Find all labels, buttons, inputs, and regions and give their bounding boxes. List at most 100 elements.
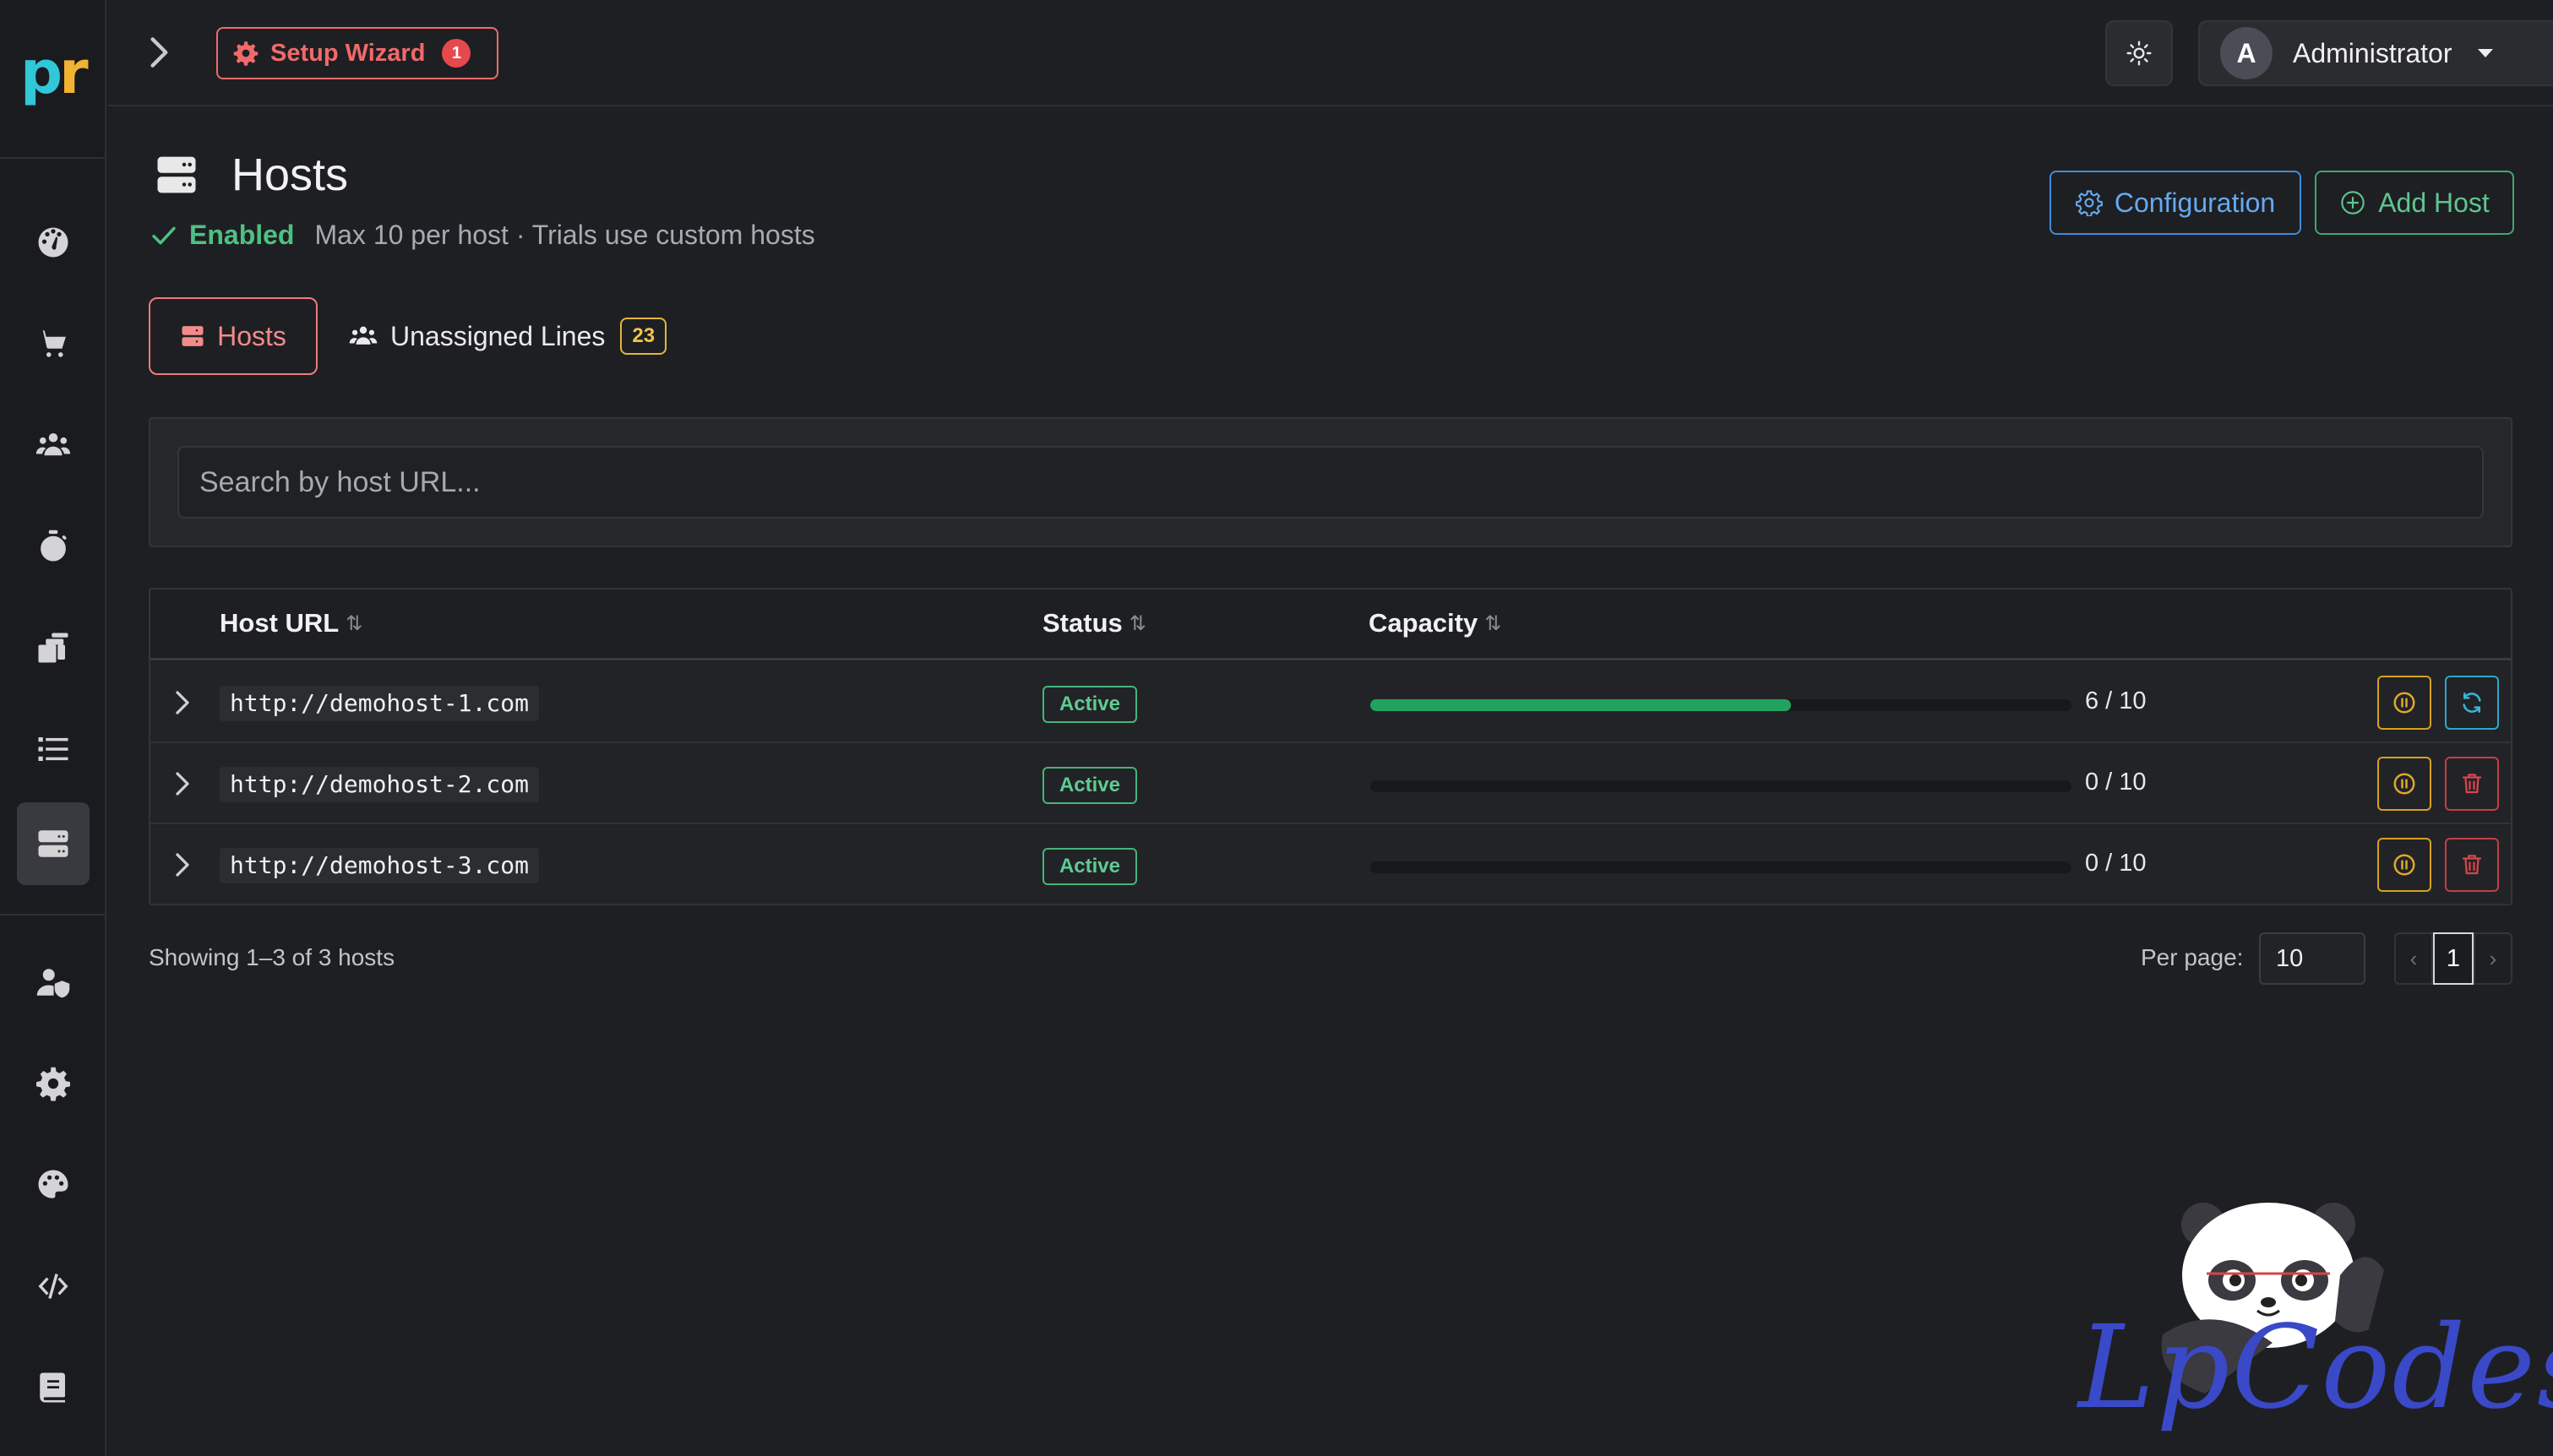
lpcodes-watermark: LpCodes bbox=[2061, 1182, 2553, 1453]
trash-icon bbox=[2462, 774, 2482, 794]
pause-circle-icon bbox=[2393, 773, 2415, 795]
status-badge: Active bbox=[1042, 848, 1137, 885]
sidebar-item-admin-users[interactable] bbox=[17, 941, 90, 1024]
configuration-label: Configuration bbox=[2114, 187, 2276, 218]
app-logo[interactable]: pr bbox=[20, 39, 89, 106]
topbar: Setup Wizard 1 A Administrator bbox=[108, 0, 2553, 106]
capacity-bar bbox=[1370, 699, 2071, 711]
delete-button[interactable] bbox=[2445, 838, 2499, 892]
users-icon bbox=[349, 326, 378, 345]
status-badge: Active bbox=[1042, 686, 1137, 723]
user-shield-icon bbox=[36, 969, 70, 998]
sidebar-toggle-chevron-icon[interactable] bbox=[140, 34, 177, 71]
trash-icon bbox=[2462, 855, 2482, 875]
sidebar-item-dashboard[interactable] bbox=[17, 201, 90, 284]
pause-circle-icon bbox=[2393, 854, 2415, 876]
capacity-bar bbox=[1370, 861, 2071, 873]
sun-icon bbox=[2126, 41, 2152, 66]
setup-wizard-count-badge: 1 bbox=[442, 39, 471, 68]
palette-icon bbox=[38, 1170, 68, 1198]
capacity-text: 0 / 10 bbox=[2085, 850, 2147, 877]
add-host-button[interactable]: Add Host bbox=[2315, 171, 2514, 235]
capacity-text: 6 / 10 bbox=[2085, 687, 2147, 714]
sidebar-item-shop[interactable] bbox=[17, 302, 90, 385]
server-icon bbox=[38, 830, 68, 857]
user-menu-button[interactable]: A Administrator bbox=[2198, 20, 2553, 86]
hosts-table: Host URL ⇅ Status ⇅ Capacity ⇅ http://demoh… bbox=[149, 588, 2512, 905]
plus-circle-icon bbox=[2341, 191, 2365, 215]
sidebar-item-reports[interactable] bbox=[17, 606, 90, 689]
table-row[interactable]: http://demohost-3.com Active 0 / 10 bbox=[150, 824, 2511, 905]
sidebar-item-settings[interactable] bbox=[17, 1042, 90, 1125]
search-card bbox=[149, 417, 2512, 547]
pagination-page-button[interactable]: 1 bbox=[2433, 932, 2474, 985]
sidebar-item-users[interactable] bbox=[17, 404, 90, 486]
enabled-label: Enabled bbox=[189, 220, 295, 250]
sidebar-item-timers[interactable] bbox=[17, 505, 90, 588]
expand-chevron-icon[interactable] bbox=[167, 687, 198, 718]
setup-wizard-label: Setup Wizard bbox=[270, 39, 426, 67]
gear-outline-icon bbox=[2075, 190, 2103, 216]
sidebar-item-lists[interactable] bbox=[17, 708, 90, 790]
users-icon bbox=[35, 433, 71, 456]
showing-summary: Showing 1–3 of 3 hosts bbox=[149, 944, 395, 970]
gear-icon bbox=[233, 41, 259, 66]
column-header-host-url[interactable]: Host URL ⇅ bbox=[220, 608, 362, 638]
capacity-fill bbox=[1370, 699, 1791, 711]
configuration-button[interactable]: Configuration bbox=[2049, 171, 2301, 235]
pagination-next-button[interactable]: › bbox=[2474, 932, 2512, 985]
delete-button[interactable] bbox=[2445, 757, 2499, 811]
sort-icon: ⇅ bbox=[1484, 611, 1502, 635]
sort-icon: ⇅ bbox=[346, 611, 363, 635]
capacity-text: 0 / 10 bbox=[2085, 769, 2147, 796]
host-status-summary: Enabled Max 10 per host · Trials use cus… bbox=[150, 220, 815, 251]
sort-icon: ⇅ bbox=[1129, 611, 1146, 635]
caret-down-icon bbox=[2477, 49, 2493, 57]
expand-chevron-icon[interactable] bbox=[167, 850, 198, 880]
pause-circle-icon bbox=[2393, 692, 2415, 714]
table-row[interactable]: http://demohost-1.com Active 6 / 10 bbox=[150, 662, 2511, 743]
expand-chevron-icon[interactable] bbox=[167, 769, 198, 799]
capacity-bar bbox=[1370, 780, 2071, 792]
refresh-icon bbox=[2463, 693, 2481, 713]
sidebar-divider bbox=[0, 157, 106, 159]
server-icon bbox=[157, 156, 196, 193]
book-icon bbox=[40, 1372, 65, 1403]
sidebar-item-hosts[interactable] bbox=[17, 802, 90, 885]
status-badge: Active bbox=[1042, 767, 1137, 804]
setup-wizard-button[interactable]: Setup Wizard 1 bbox=[216, 27, 498, 79]
sidebar-divider bbox=[0, 914, 106, 915]
per-page-label: Per page: bbox=[2141, 944, 2244, 970]
user-name: Administrator bbox=[2293, 37, 2452, 68]
server-icon bbox=[182, 326, 204, 346]
theme-toggle-button[interactable] bbox=[2105, 20, 2173, 86]
host-url: http://demohost-1.com bbox=[220, 686, 540, 721]
tab-hosts[interactable]: Hosts bbox=[149, 297, 318, 375]
per-page-select[interactable]: 10 bbox=[2259, 932, 2365, 985]
table-header: Host URL ⇅ Status ⇅ Capacity ⇅ bbox=[150, 589, 2511, 660]
column-header-capacity[interactable]: Capacity ⇅ bbox=[1369, 608, 1501, 638]
host-limit-meta: Max 10 per host · Trials use custom host… bbox=[314, 220, 815, 250]
table-row[interactable]: http://demohost-2.com Active 0 / 10 bbox=[150, 743, 2511, 824]
pause-button[interactable] bbox=[2377, 757, 2431, 811]
pause-button[interactable] bbox=[2377, 838, 2431, 892]
add-host-label: Add Host bbox=[2378, 187, 2490, 218]
host-url: http://demohost-3.com bbox=[220, 848, 540, 883]
sidebar-item-developer[interactable] bbox=[17, 1245, 90, 1328]
gear-icon bbox=[36, 1067, 70, 1101]
search-input[interactable] bbox=[177, 446, 2484, 519]
sidebar: pr bbox=[0, 0, 106, 1456]
tab-unassigned-label: Unassigned Lines bbox=[390, 320, 606, 351]
unassigned-count-badge: 23 bbox=[620, 318, 667, 355]
sidebar-item-themes[interactable] bbox=[17, 1144, 90, 1226]
pagination-prev-button[interactable]: ‹ bbox=[2394, 932, 2433, 985]
avatar: A bbox=[2220, 27, 2273, 79]
tab-hosts-label: Hosts bbox=[217, 320, 286, 351]
refresh-button[interactable] bbox=[2445, 676, 2499, 730]
gauge-icon bbox=[38, 227, 68, 258]
stack-icon bbox=[38, 633, 68, 663]
pause-button[interactable] bbox=[2377, 676, 2431, 730]
tab-unassigned-lines[interactable]: Unassigned Lines 23 bbox=[346, 297, 667, 375]
column-header-status[interactable]: Status ⇅ bbox=[1042, 608, 1146, 638]
sidebar-item-docs[interactable] bbox=[17, 1346, 90, 1429]
